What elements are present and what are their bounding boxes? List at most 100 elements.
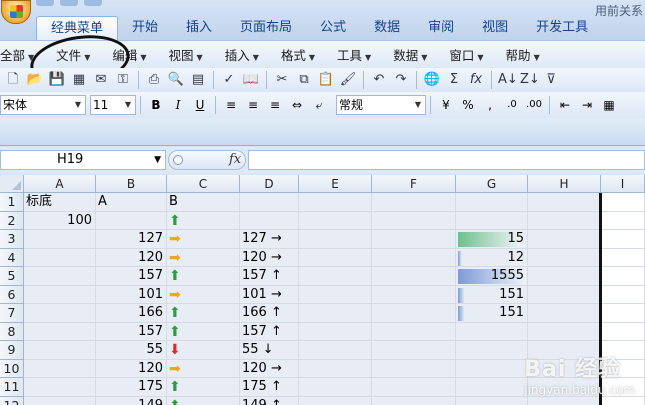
cell-a2[interactable]: 100 [24, 211, 96, 230]
align-right-icon[interactable]: ≡ [265, 95, 285, 115]
select-all-corner[interactable] [0, 175, 24, 193]
cell-a10[interactable] [24, 359, 96, 378]
cell-e2[interactable] [299, 211, 372, 230]
menu-help[interactable]: 帮助 ▼ [506, 45, 550, 64]
print-preview-icon[interactable]: 🔍 [167, 71, 185, 89]
cell-h7[interactable] [528, 304, 601, 323]
align-left-icon[interactable]: ≡ [221, 95, 241, 115]
permission-icon[interactable]: ⚿ [114, 71, 132, 89]
cell-g5[interactable]: 1555 [456, 267, 528, 286]
cell-f2[interactable] [372, 211, 456, 230]
cell-e9[interactable] [299, 341, 372, 360]
office-button[interactable] [1, 0, 31, 24]
expand-handle-icon[interactable] [173, 155, 183, 165]
font-size-select[interactable]: 11 ▼ [90, 95, 136, 115]
excel-icon[interactable]: ▦ [70, 71, 88, 89]
column-header-c[interactable]: C [167, 175, 240, 193]
cell-i7[interactable] [601, 304, 645, 323]
align-center-icon[interactable]: ≡ [243, 95, 263, 115]
column-header-a[interactable]: A [24, 175, 96, 193]
open-folder-icon[interactable]: 📂 [26, 71, 44, 89]
column-header-d[interactable]: D [240, 175, 299, 193]
copy-icon[interactable]: ⧉ [295, 71, 313, 89]
tab-review[interactable]: 审阅 [414, 16, 468, 40]
cell-d7[interactable]: 166 ↑ [240, 304, 299, 323]
row-header-11[interactable]: 11 [0, 378, 24, 397]
comma-style-icon[interactable]: , [480, 95, 500, 115]
formula-input[interactable] [248, 150, 645, 170]
cell-b5[interactable]: 157 [96, 267, 167, 286]
cell-h4[interactable] [528, 248, 601, 267]
menu-window[interactable]: 窗口 ▼ [449, 45, 493, 64]
cell-g4[interactable]: 12 [456, 248, 528, 267]
cell-e4[interactable] [299, 248, 372, 267]
increase-indent-icon[interactable]: ⇥ [577, 95, 597, 115]
menu-data[interactable]: 数据 ▼ [393, 45, 437, 64]
research-icon[interactable]: ▤ [189, 71, 207, 89]
cell-e11[interactable] [299, 378, 372, 397]
tab-page-layout[interactable]: 页面布局 [226, 16, 306, 40]
cell-b3[interactable]: 127 [96, 230, 167, 249]
cell-g11[interactable] [456, 378, 528, 397]
cell-d12[interactable]: 149 ↑ [240, 396, 299, 405]
increase-decimal-icon[interactable]: .0 [502, 95, 522, 115]
research-book-icon[interactable]: 📖 [242, 71, 260, 89]
cell-d5[interactable]: 157 ↑ [240, 267, 299, 286]
format-painter-icon[interactable]: 🖌 [339, 71, 357, 89]
cell-a6[interactable] [24, 285, 96, 304]
cell-e10[interactable] [299, 359, 372, 378]
cell-d2[interactable] [240, 211, 299, 230]
cell-e1[interactable] [299, 193, 372, 212]
hyperlink-icon[interactable]: 🌐 [423, 71, 441, 89]
cell-g12[interactable] [456, 396, 528, 405]
cell-h2[interactable] [528, 211, 601, 230]
row-header-12[interactable]: 12 [0, 396, 24, 405]
borders-icon[interactable]: ▦ [599, 95, 619, 115]
menu-format[interactable]: 格式 ▼ [281, 45, 325, 64]
save-icon[interactable]: 💾 [48, 71, 66, 89]
cell-h3[interactable] [528, 230, 601, 249]
cell-a4[interactable] [24, 248, 96, 267]
cell-g6[interactable]: 151 [456, 285, 528, 304]
cell-b10[interactable]: 120 [96, 359, 167, 378]
cell-e5[interactable] [299, 267, 372, 286]
cell-d8[interactable]: 157 ↑ [240, 322, 299, 341]
column-header-f[interactable]: F [372, 175, 456, 193]
cell-b11[interactable]: 175 [96, 378, 167, 397]
cell-a3[interactable] [24, 230, 96, 249]
cell-b8[interactable]: 157 [96, 322, 167, 341]
cell-g2[interactable] [456, 211, 528, 230]
tab-home[interactable]: 开始 [118, 16, 172, 40]
row-header-6[interactable]: 6 [0, 285, 24, 304]
cell-b4[interactable]: 120 [96, 248, 167, 267]
cell-g3[interactable]: 15 [456, 230, 528, 249]
row-header-7[interactable]: 7 [0, 304, 24, 323]
cell-i8[interactable] [601, 322, 645, 341]
cell-f4[interactable] [372, 248, 456, 267]
cell-g10[interactable] [456, 359, 528, 378]
cell-i3[interactable] [601, 230, 645, 249]
insert-function-icon[interactable]: fx [229, 152, 241, 167]
row-header-1[interactable]: 1 [0, 193, 24, 212]
column-header-e[interactable]: E [299, 175, 372, 193]
cell-f1[interactable] [372, 193, 456, 212]
cell-d10[interactable]: 120 → [240, 359, 299, 378]
cell-b7[interactable]: 166 [96, 304, 167, 323]
tab-insert[interactable]: 插入 [172, 16, 226, 40]
column-header-g[interactable]: G [456, 175, 528, 193]
paste-icon[interactable]: 📋 [317, 71, 335, 89]
cell-b2[interactable] [96, 211, 167, 230]
cell-e8[interactable] [299, 322, 372, 341]
font-name-select[interactable]: 宋体 ▼ [0, 95, 86, 115]
cell-a5[interactable] [24, 267, 96, 286]
cell-a7[interactable] [24, 304, 96, 323]
row-header-4[interactable]: 4 [0, 248, 24, 267]
cell-h8[interactable] [528, 322, 601, 341]
number-format-select[interactable]: 常规 ▼ [336, 95, 426, 115]
cell-e12[interactable] [299, 396, 372, 405]
decrease-decimal-icon[interactable]: .00 [524, 95, 544, 115]
new-file-icon[interactable]: 🗋 [4, 71, 22, 89]
cell-d4[interactable]: 120 → [240, 248, 299, 267]
cell-f6[interactable] [372, 285, 456, 304]
cell-a12[interactable] [24, 396, 96, 405]
